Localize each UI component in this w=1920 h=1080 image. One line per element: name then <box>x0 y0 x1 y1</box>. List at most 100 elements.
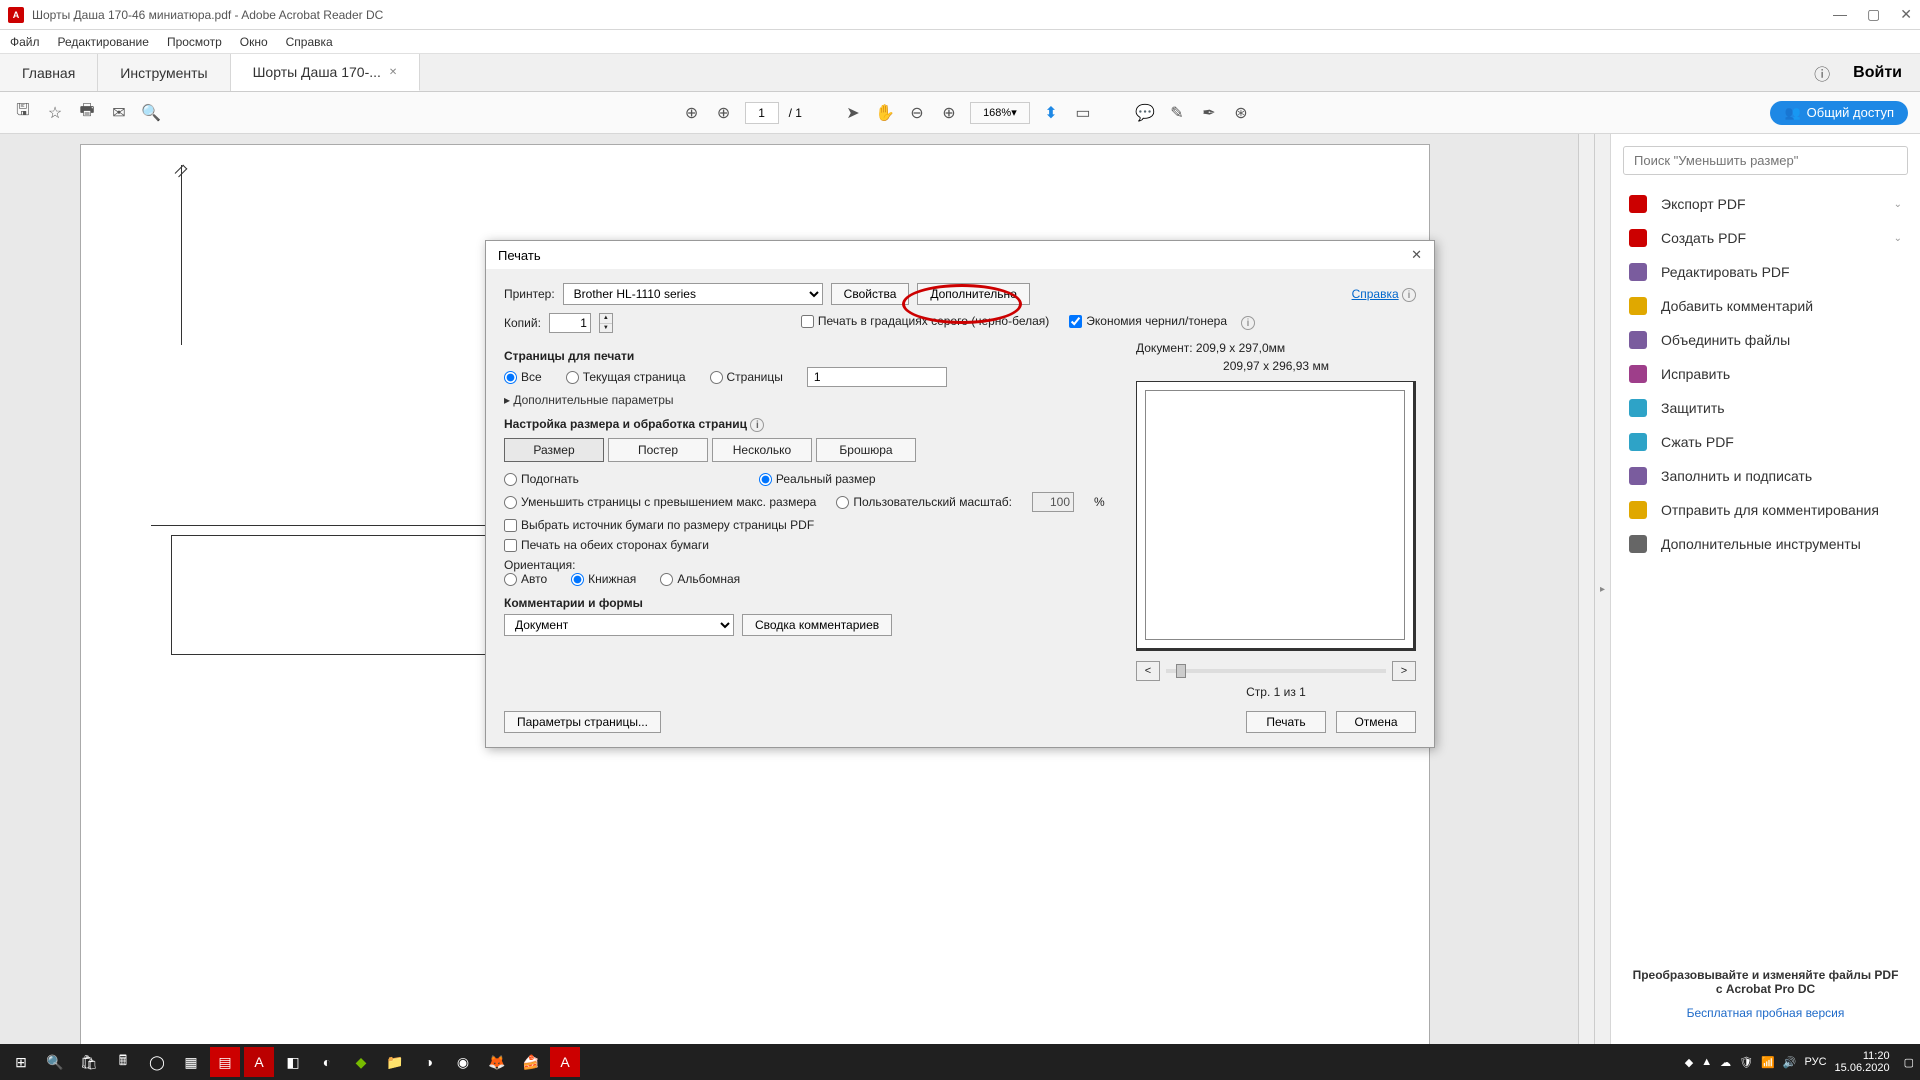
taskbar-nvidia-icon[interactable]: ◆ <box>346 1047 376 1077</box>
tray-icon[interactable]: ▲ <box>1701 1056 1712 1068</box>
taskbar-autocad-icon[interactable]: A <box>244 1047 274 1077</box>
system-tray[interactable]: ◆ ▲ ☁ 🛡 📶 🔊 РУС 11:20 15.06.2020 ▢ <box>1685 1050 1914 1074</box>
taskbar-pdf-icon[interactable]: ▤ <box>210 1047 240 1077</box>
properties-button[interactable]: Свойства <box>831 283 910 305</box>
page-down-icon[interactable]: ⊕ <box>713 102 735 124</box>
taskbar-app4-icon[interactable]: 🍰 <box>516 1047 546 1077</box>
close-button[interactable]: ✕ <box>1900 6 1912 23</box>
minimize-button[interactable]: — <box>1833 6 1847 23</box>
stamp-icon[interactable]: ⊛ <box>1230 102 1252 124</box>
sidebar-toggle[interactable]: ▸ <box>1594 134 1610 1044</box>
taskbar-clock[interactable]: 11:20 15.06.2020 <box>1835 1050 1896 1074</box>
login-button[interactable]: Войти <box>1853 64 1902 82</box>
print-button[interactable]: Печать <box>1246 711 1326 733</box>
taskbar-search-icon[interactable]: 🔍 <box>40 1047 70 1077</box>
star-icon[interactable]: ☆ <box>44 102 66 124</box>
tray-icon[interactable]: 📶 <box>1761 1056 1775 1069</box>
radio-auto[interactable]: Авто <box>504 572 547 586</box>
sidebar-item-7[interactable]: Сжать PDF <box>1611 425 1920 459</box>
sidebar-item-3[interactable]: Добавить комментарий <box>1611 289 1920 323</box>
pages-input[interactable] <box>807 367 947 387</box>
tab-size[interactable]: Размер <box>504 438 604 462</box>
menu-window[interactable]: Окно <box>240 35 268 49</box>
menu-help[interactable]: Справка <box>286 35 333 49</box>
tab-multiple[interactable]: Несколько <box>712 438 812 462</box>
page-number-input[interactable] <box>745 102 779 124</box>
share-button[interactable]: 👥Общий доступ <box>1770 101 1908 125</box>
save-icon[interactable]: 🖫 <box>12 102 34 124</box>
comments-select[interactable]: Документ <box>504 614 734 636</box>
promo-link[interactable]: Бесплатная пробная версия <box>1631 1006 1900 1020</box>
tab-tools[interactable]: Инструменты <box>98 54 230 91</box>
radio-pages[interactable]: Страницы <box>710 370 783 384</box>
radio-current[interactable]: Текущая страница <box>566 370 686 384</box>
tray-notifications-icon[interactable]: ▢ <box>1904 1056 1914 1069</box>
comments-summary-button[interactable]: Сводка комментариев <box>742 614 892 636</box>
vertical-scrollbar[interactable] <box>1578 134 1594 1044</box>
tray-icon[interactable]: ☁ <box>1720 1056 1731 1069</box>
sidebar-item-1[interactable]: Создать PDF⌄ <box>1611 221 1920 255</box>
sidebar-item-2[interactable]: Редактировать PDF <box>1611 255 1920 289</box>
radio-fit[interactable]: Подогнать <box>504 472 579 486</box>
pointer-icon[interactable]: ➤ <box>842 102 864 124</box>
start-button[interactable]: ⊞ <box>6 1047 36 1077</box>
hand-icon[interactable]: ✋ <box>874 102 896 124</box>
tab-close-icon[interactable]: ✕ <box>389 67 397 78</box>
taskbar-explorer-icon[interactable]: 📁 <box>380 1047 410 1077</box>
copies-input[interactable] <box>549 313 591 333</box>
dialog-close-icon[interactable]: ✕ <box>1411 247 1422 263</box>
radio-custom[interactable]: Пользовательский масштаб: <box>836 495 1012 509</box>
sidebar-item-0[interactable]: Экспорт PDF⌄ <box>1611 187 1920 221</box>
menu-edit[interactable]: Редактирование <box>58 35 149 49</box>
radio-shrink[interactable]: Уменьшить страницы с превышением макс. р… <box>504 495 816 509</box>
mail-icon[interactable]: ✉ <box>108 102 130 124</box>
comment-icon[interactable]: 💬 <box>1134 102 1156 124</box>
tray-lang[interactable]: РУС <box>1805 1056 1827 1068</box>
tray-icon[interactable]: 🛡 <box>1739 1056 1753 1069</box>
taskbar-chrome-icon[interactable]: ◉ <box>448 1047 478 1077</box>
tab-poster[interactable]: Постер <box>608 438 708 462</box>
radio-portrait[interactable]: Книжная <box>571 572 636 586</box>
radio-landscape[interactable]: Альбомная <box>660 572 740 586</box>
menu-file[interactable]: Файл <box>10 35 40 49</box>
copies-spinner[interactable]: ▲▼ <box>599 313 613 333</box>
preview-slider[interactable] <box>1166 669 1386 673</box>
tab-document[interactable]: Шорты Даша 170-...✕ <box>231 54 421 91</box>
print-icon[interactable]: 🖶 <box>76 102 98 124</box>
size-info-icon[interactable]: i <box>750 418 764 432</box>
radio-all[interactable]: Все <box>504 370 542 384</box>
zoom-in-icon[interactable]: ⊕ <box>938 102 960 124</box>
taskbar-firefox-icon[interactable]: 🦊 <box>482 1047 512 1077</box>
sidebar-item-8[interactable]: Заполнить и подписать <box>1611 459 1920 493</box>
sidebar-item-10[interactable]: Дополнительные инструменты <box>1611 527 1920 561</box>
tab-brochure[interactable]: Брошюра <box>816 438 916 462</box>
zoom-out-icon[interactable]: ⊖ <box>906 102 928 124</box>
more-params-toggle[interactable]: ▸ Дополнительные параметры <box>504 393 1106 407</box>
source-checkbox[interactable]: Выбрать источник бумаги по размеру стран… <box>504 518 1106 532</box>
advanced-button[interactable]: Дополнительно <box>917 283 1029 305</box>
taskbar-xbox-icon[interactable]: ◯ <box>142 1047 172 1077</box>
zoom-select[interactable]: 168% ▾ <box>970 102 1030 124</box>
help-icon[interactable]: ⓘ <box>1811 62 1833 84</box>
sidebar-item-5[interactable]: Исправить <box>1611 357 1920 391</box>
sidebar-item-4[interactable]: Объединить файлы <box>1611 323 1920 357</box>
help-link[interactable]: Справка <box>1352 287 1399 301</box>
tray-icon[interactable]: ◆ <box>1685 1056 1693 1069</box>
search-icon[interactable]: 🔍 <box>140 102 162 124</box>
menu-view[interactable]: Просмотр <box>167 35 222 49</box>
highlight-icon[interactable]: ✎ <box>1166 102 1188 124</box>
tray-icon[interactable]: 🔊 <box>1783 1056 1797 1069</box>
taskbar-steam-icon[interactable]: ◑ <box>414 1047 444 1077</box>
sidebar-item-9[interactable]: Отправить для комментирования <box>1611 493 1920 527</box>
taskbar-store-icon[interactable]: 🛍 <box>74 1047 104 1077</box>
taskbar-app1-icon[interactable]: ▦ <box>176 1047 206 1077</box>
preview-prev-button[interactable]: < <box>1136 661 1160 681</box>
duplex-checkbox[interactable]: Печать на обеих сторонах бумаги <box>504 538 1106 552</box>
radio-real[interactable]: Реальный размер <box>759 472 876 486</box>
fit-width-icon[interactable]: ⬍ <box>1040 102 1062 124</box>
help-info-icon[interactable]: i <box>1402 288 1416 302</box>
fit-page-icon[interactable]: ▭ <box>1072 102 1094 124</box>
sidebar-item-6[interactable]: Защитить <box>1611 391 1920 425</box>
page-setup-button[interactable]: Параметры страницы... <box>504 711 661 733</box>
taskbar-calc-icon[interactable]: 🖩 <box>108 1047 138 1077</box>
